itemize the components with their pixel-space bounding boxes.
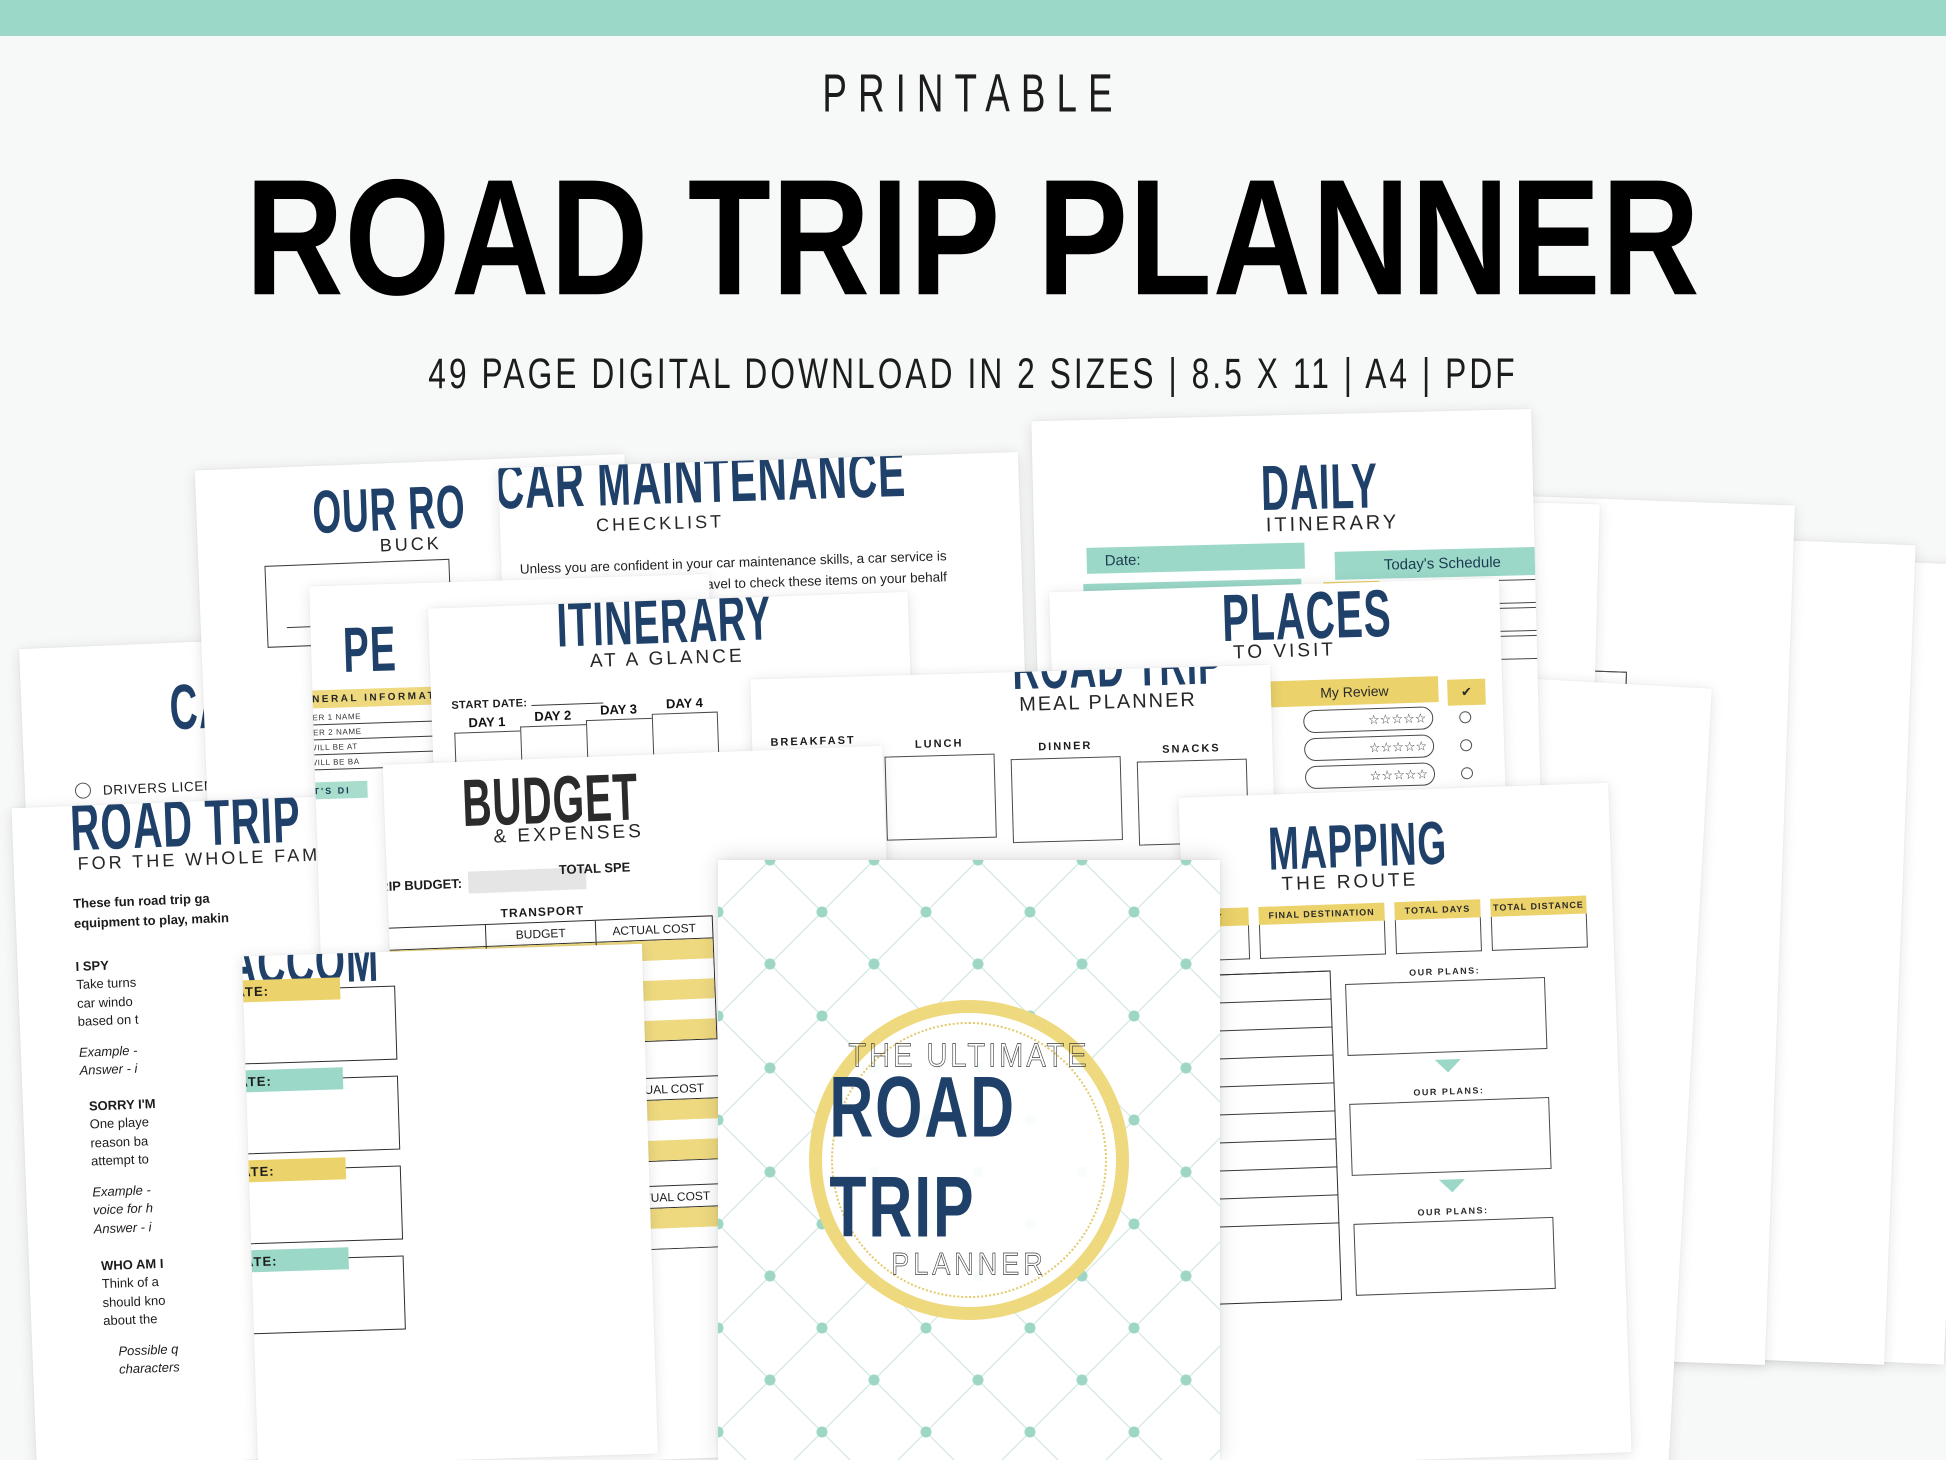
mapping-plans-1: OUR PLANS: [1345,963,1549,1076]
daily-subtitle: ITINERARY [1265,511,1400,537]
itinerary-subtitle: AT A GLANCE [589,645,745,672]
meal-col-dinner: DINNER [1010,727,1123,849]
meal-col-snacks-label: SNACKS [1162,742,1221,756]
daily-field-date-label: Date: [1104,551,1141,569]
places-col-header-review: My Review [1270,676,1439,708]
top-mint-banner [0,0,1946,36]
budget-subtitle: & EXPENSES [493,820,645,848]
meal-col-dinner-label: DINNER [1038,739,1093,754]
daily-schedule-header-label: Today's Schedule [1383,553,1502,574]
family-game-ispy: I SPY Take turns car windo based on t Ex… [75,956,140,1081]
accommodation-date-card: DATE: [242,1247,406,1336]
pet-diet-tag: PET'S DI [309,780,368,801]
accommodation-date-card: DATE: [242,1157,404,1246]
mapping-field-final: FINAL DESTINATION [1258,902,1387,959]
family-game-whoami: WHO AM I Think of a should kno about the… [100,1255,181,1377]
sheet-mapping-route: MAPPING THE ROUTE D POINT FINAL DESTINAT… [1178,782,1632,1460]
mapping-plans-2: OUR PLANS: [1349,1083,1553,1196]
budget-th-budget: BUDGET [485,920,597,946]
itinerary-start-date-label: START DATE: [451,697,528,712]
budget-trip-budget-label: TRIP BUDGET: [382,875,463,894]
radio-icon[interactable] [74,782,92,799]
budget-th-actual: ACTUAL COST [612,920,697,938]
poster-canvas: PRINTABLE ROAD TRIP PLANNER 49 PAGE DIGI… [0,0,1946,1460]
subtitle-text: 49 PAGE DIGITAL DOWNLOAD IN 2 SIZES | 8.… [428,349,1518,398]
page-title: ROAD TRIP PLANNER [245,144,1701,330]
poster-header: PRINTABLE ROAD TRIP PLANNER 49 PAGE DIGI… [0,36,1946,397]
kicker-text: PRINTABLE [822,64,1124,124]
cover-badge: THE ULTIMATE ROAD TRIP PLANNER [809,1000,1129,1320]
check-icon: ✔ [1460,684,1473,700]
mapping-subtitle: THE ROUTE [1281,869,1419,896]
sheet-accommodation: ACCOM DATE: DATE: DATE: DATE: [242,943,658,1460]
budget-total-spent-label: TOTAL SPE [558,859,631,878]
itinerary-day-label: DAY 2 [534,707,572,724]
pet-diet-tag-label: PET'S DI [309,784,351,797]
bucket-list-subtitle: BUCK [379,533,443,556]
chevron-down-icon [1438,1178,1466,1193]
meal-col-lunch-label: LUNCH [914,737,964,751]
chevron-down-icon [1434,1059,1462,1073]
mapping-field-boxes: D POINT FINAL DESTINATION TOTAL DAYS TOT… [1178,895,1588,963]
car-maintenance-subtitle: CHECKLIST [595,511,725,536]
itinerary-day-label: DAY 4 [665,695,704,712]
meal-subtitle: MEAL PLANNER [1018,688,1198,716]
cover-line-3: PLANNER [891,1246,1047,1282]
mapping-field-days: TOTAL DAYS [1394,899,1482,955]
places-subtitle: TO VISIT [1232,639,1337,664]
mapping-plans-3: OUR PLANS: [1353,1203,1556,1296]
accommodation-date-card: DATE: [242,1067,401,1156]
family-games-intro: These fun road trip ga equipment to play… [73,888,229,933]
budget-trip-budget-field: TRIP BUDGET: [383,867,587,897]
mapping-field-distance: TOTAL DISTANCE [1490,895,1588,951]
itinerary-day-label: DAY 3 [599,701,638,718]
places-col-header-check: ✔ [1447,678,1486,706]
places-col-review-label: My Review [1319,682,1389,701]
family-game-ispy-name: I SPY [75,957,110,974]
sheet-cover: THE ULTIMATE ROAD TRIP PLANNER [718,860,1220,1460]
cover-line-2: ROAD TRIP [829,1058,1016,1256]
daily-schedule-header: Today's Schedule [1334,546,1549,580]
daily-field-date: Date: [1086,542,1305,574]
itinerary-day-label: DAY 1 [468,713,506,731]
family-game-sorry: SORRY I'M One playe reason ba attempt to… [88,1095,156,1237]
accommodation-date-card: DATE: [242,977,398,1066]
meal-col-lunch: LUNCH [884,731,997,853]
pet-title: PE [342,613,398,687]
accommodation-date-cards: DATE: DATE: DATE: DATE: [242,977,406,1336]
